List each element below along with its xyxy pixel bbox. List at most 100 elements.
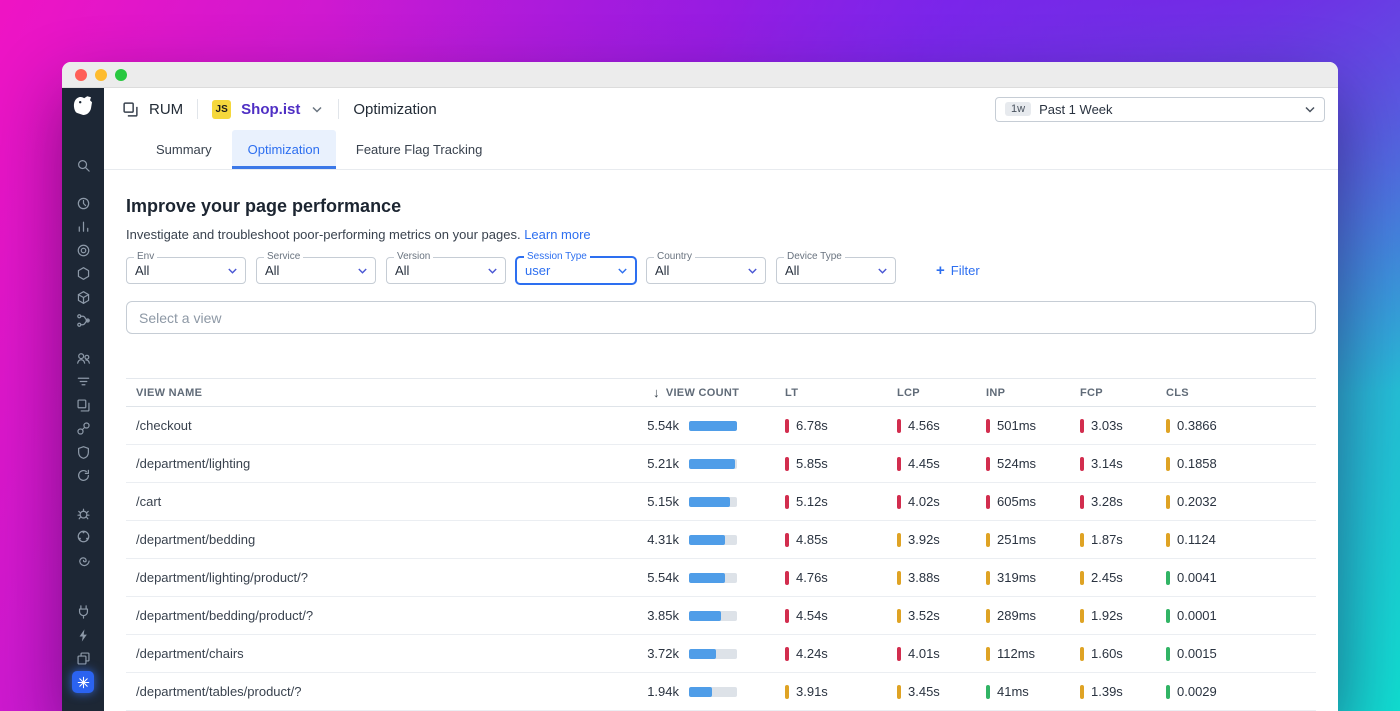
cls-cell: 0.1124 bbox=[1166, 532, 1316, 547]
orange-severity-indicator-icon bbox=[1166, 533, 1170, 547]
error-tracking-icon[interactable] bbox=[70, 502, 96, 526]
red-severity-indicator-icon bbox=[897, 647, 901, 661]
service-map-icon[interactable] bbox=[70, 417, 96, 441]
chevron-down-icon bbox=[748, 268, 757, 274]
column-lt[interactable]: LT bbox=[785, 387, 897, 399]
rum-frames-icon[interactable] bbox=[70, 394, 96, 418]
table-row[interactable]: /checkout5.54k6.78s4.56s501ms3.03s0.3866 bbox=[126, 407, 1316, 445]
orange-severity-indicator-icon bbox=[897, 533, 901, 547]
view-name-cell[interactable]: /department/bedding bbox=[126, 532, 615, 547]
lt-cell: 4.85s bbox=[785, 532, 897, 547]
view-name-cell[interactable]: /cart bbox=[126, 494, 615, 509]
integrations-icon[interactable] bbox=[70, 600, 96, 624]
red-severity-indicator-icon bbox=[897, 457, 901, 471]
filter-service[interactable]: ServiceAll bbox=[256, 257, 376, 284]
filter-label: Country bbox=[654, 251, 695, 262]
filter-value: All bbox=[135, 263, 149, 278]
infrastructure-icon[interactable] bbox=[70, 262, 96, 286]
containers-icon[interactable] bbox=[70, 286, 96, 310]
chevron-down-icon bbox=[1305, 106, 1315, 113]
view-name-cell[interactable]: /department/bedding/product/? bbox=[126, 608, 615, 623]
filter-session-type[interactable]: Session Typeuser bbox=[516, 257, 636, 284]
app-switcher-chevron-icon[interactable] bbox=[310, 104, 324, 115]
table-row[interactable]: /department/bedding4.31k4.85s3.92s251ms1… bbox=[126, 521, 1316, 559]
green-severity-indicator-icon bbox=[1166, 647, 1170, 661]
lcp-cell: 3.92s bbox=[897, 532, 986, 547]
view-count-value: 5.15k bbox=[615, 494, 679, 509]
view-name-cell[interactable]: /checkout bbox=[126, 418, 615, 433]
docs-icon[interactable] bbox=[70, 647, 96, 671]
column-inp[interactable]: INP bbox=[986, 387, 1080, 399]
cls-value: 0.3866 bbox=[1177, 418, 1217, 433]
quick-actions-icon[interactable] bbox=[70, 624, 96, 648]
datadog-logo-icon[interactable] bbox=[70, 94, 96, 118]
logs-icon[interactable] bbox=[70, 549, 96, 573]
lcp-value: 3.52s bbox=[908, 608, 940, 623]
fcp-cell: 1.92s bbox=[1080, 608, 1166, 623]
header-divider bbox=[197, 99, 198, 119]
time-range-picker[interactable]: 1w Past 1 Week bbox=[995, 97, 1325, 122]
filter-label: Version bbox=[394, 251, 433, 262]
description-text: Investigate and troubleshoot poor-perfor… bbox=[126, 227, 521, 242]
orange-severity-indicator-icon bbox=[1080, 533, 1084, 547]
filter-env[interactable]: EnvAll bbox=[126, 257, 246, 284]
cls-cell: 0.3866 bbox=[1166, 418, 1316, 433]
watchdog-icon[interactable] bbox=[70, 192, 96, 216]
table-row[interactable]: /department/chairs3.72k4.24s4.01s112ms1.… bbox=[126, 635, 1316, 673]
add-filter-label: Filter bbox=[951, 263, 980, 278]
view-name-cell[interactable]: /department/lighting/product/? bbox=[126, 570, 615, 585]
filter-label: Device Type bbox=[784, 251, 845, 262]
fcp-cell: 3.14s bbox=[1080, 456, 1166, 471]
orange-severity-indicator-icon bbox=[897, 571, 901, 585]
cls-cell: 0.0015 bbox=[1166, 646, 1316, 661]
table-row[interactable]: /department/lighting5.21k5.85s4.45s524ms… bbox=[126, 445, 1316, 483]
column-view-count[interactable]: ↓ VIEW COUNT bbox=[615, 385, 785, 400]
synthetics-icon[interactable] bbox=[70, 464, 96, 488]
column-lcp[interactable]: LCP bbox=[897, 387, 986, 399]
tab-feature-flag-tracking[interactable]: Feature Flag Tracking bbox=[340, 130, 498, 169]
view-select-input[interactable] bbox=[126, 301, 1316, 334]
filter-country[interactable]: CountryAll bbox=[646, 257, 766, 284]
learn-more-link[interactable]: Learn more bbox=[524, 227, 590, 242]
app-name[interactable]: Shop.ist bbox=[241, 101, 300, 118]
table-row[interactable]: /cart5.15k5.12s4.02s605ms3.28s0.2032 bbox=[126, 483, 1316, 521]
tab-summary[interactable]: Summary bbox=[140, 130, 228, 169]
add-filter-button[interactable]: + Filter bbox=[936, 263, 980, 278]
table-row[interactable]: /department/tables/product/?1.94k3.91s3.… bbox=[126, 673, 1316, 711]
lcp-value: 4.01s bbox=[908, 646, 940, 661]
view-name-cell[interactable]: /department/lighting bbox=[126, 456, 615, 471]
close-button[interactable] bbox=[75, 69, 87, 81]
time-range-badge: 1w bbox=[1005, 102, 1031, 116]
sidebar-group bbox=[70, 600, 96, 694]
active-product-icon[interactable] bbox=[70, 671, 96, 695]
filter-version[interactable]: VersionAll bbox=[386, 257, 506, 284]
lt-cell: 5.85s bbox=[785, 456, 897, 471]
filter-device-type[interactable]: Device TypeAll bbox=[776, 257, 896, 284]
dashboards-icon[interactable] bbox=[70, 239, 96, 263]
minimize-button[interactable] bbox=[95, 69, 107, 81]
view-name-cell[interactable]: /department/tables/product/? bbox=[126, 684, 615, 699]
fcp-value: 3.28s bbox=[1091, 494, 1123, 509]
ci-visibility-icon[interactable] bbox=[70, 525, 96, 549]
column-fcp[interactable]: FCP bbox=[1080, 387, 1166, 399]
filter-value: All bbox=[785, 263, 799, 278]
view-name-cell[interactable]: /department/chairs bbox=[126, 646, 615, 661]
metrics-icon[interactable] bbox=[70, 215, 96, 239]
table-row[interactable]: /department/lighting/product/?5.54k4.76s… bbox=[126, 559, 1316, 597]
column-cls[interactable]: CLS bbox=[1166, 387, 1316, 399]
lcp-cell: 4.45s bbox=[897, 456, 986, 471]
cls-cell: 0.0001 bbox=[1166, 608, 1316, 623]
pipelines-icon[interactable] bbox=[70, 370, 96, 394]
column-view-name[interactable]: VIEW NAME bbox=[126, 387, 615, 399]
apm-traces-icon[interactable] bbox=[70, 309, 96, 333]
view-count-bar bbox=[689, 421, 737, 431]
lt-value: 5.85s bbox=[796, 456, 828, 471]
zoom-button[interactable] bbox=[115, 69, 127, 81]
user-sessions-icon[interactable] bbox=[70, 347, 96, 371]
search-icon[interactable] bbox=[70, 154, 96, 178]
cls-value: 0.0001 bbox=[1177, 608, 1217, 623]
tab-optimization[interactable]: Optimization bbox=[232, 130, 336, 169]
security-icon[interactable] bbox=[70, 441, 96, 465]
orange-severity-indicator-icon bbox=[1080, 685, 1084, 699]
table-row[interactable]: /department/bedding/product/?3.85k4.54s3… bbox=[126, 597, 1316, 635]
